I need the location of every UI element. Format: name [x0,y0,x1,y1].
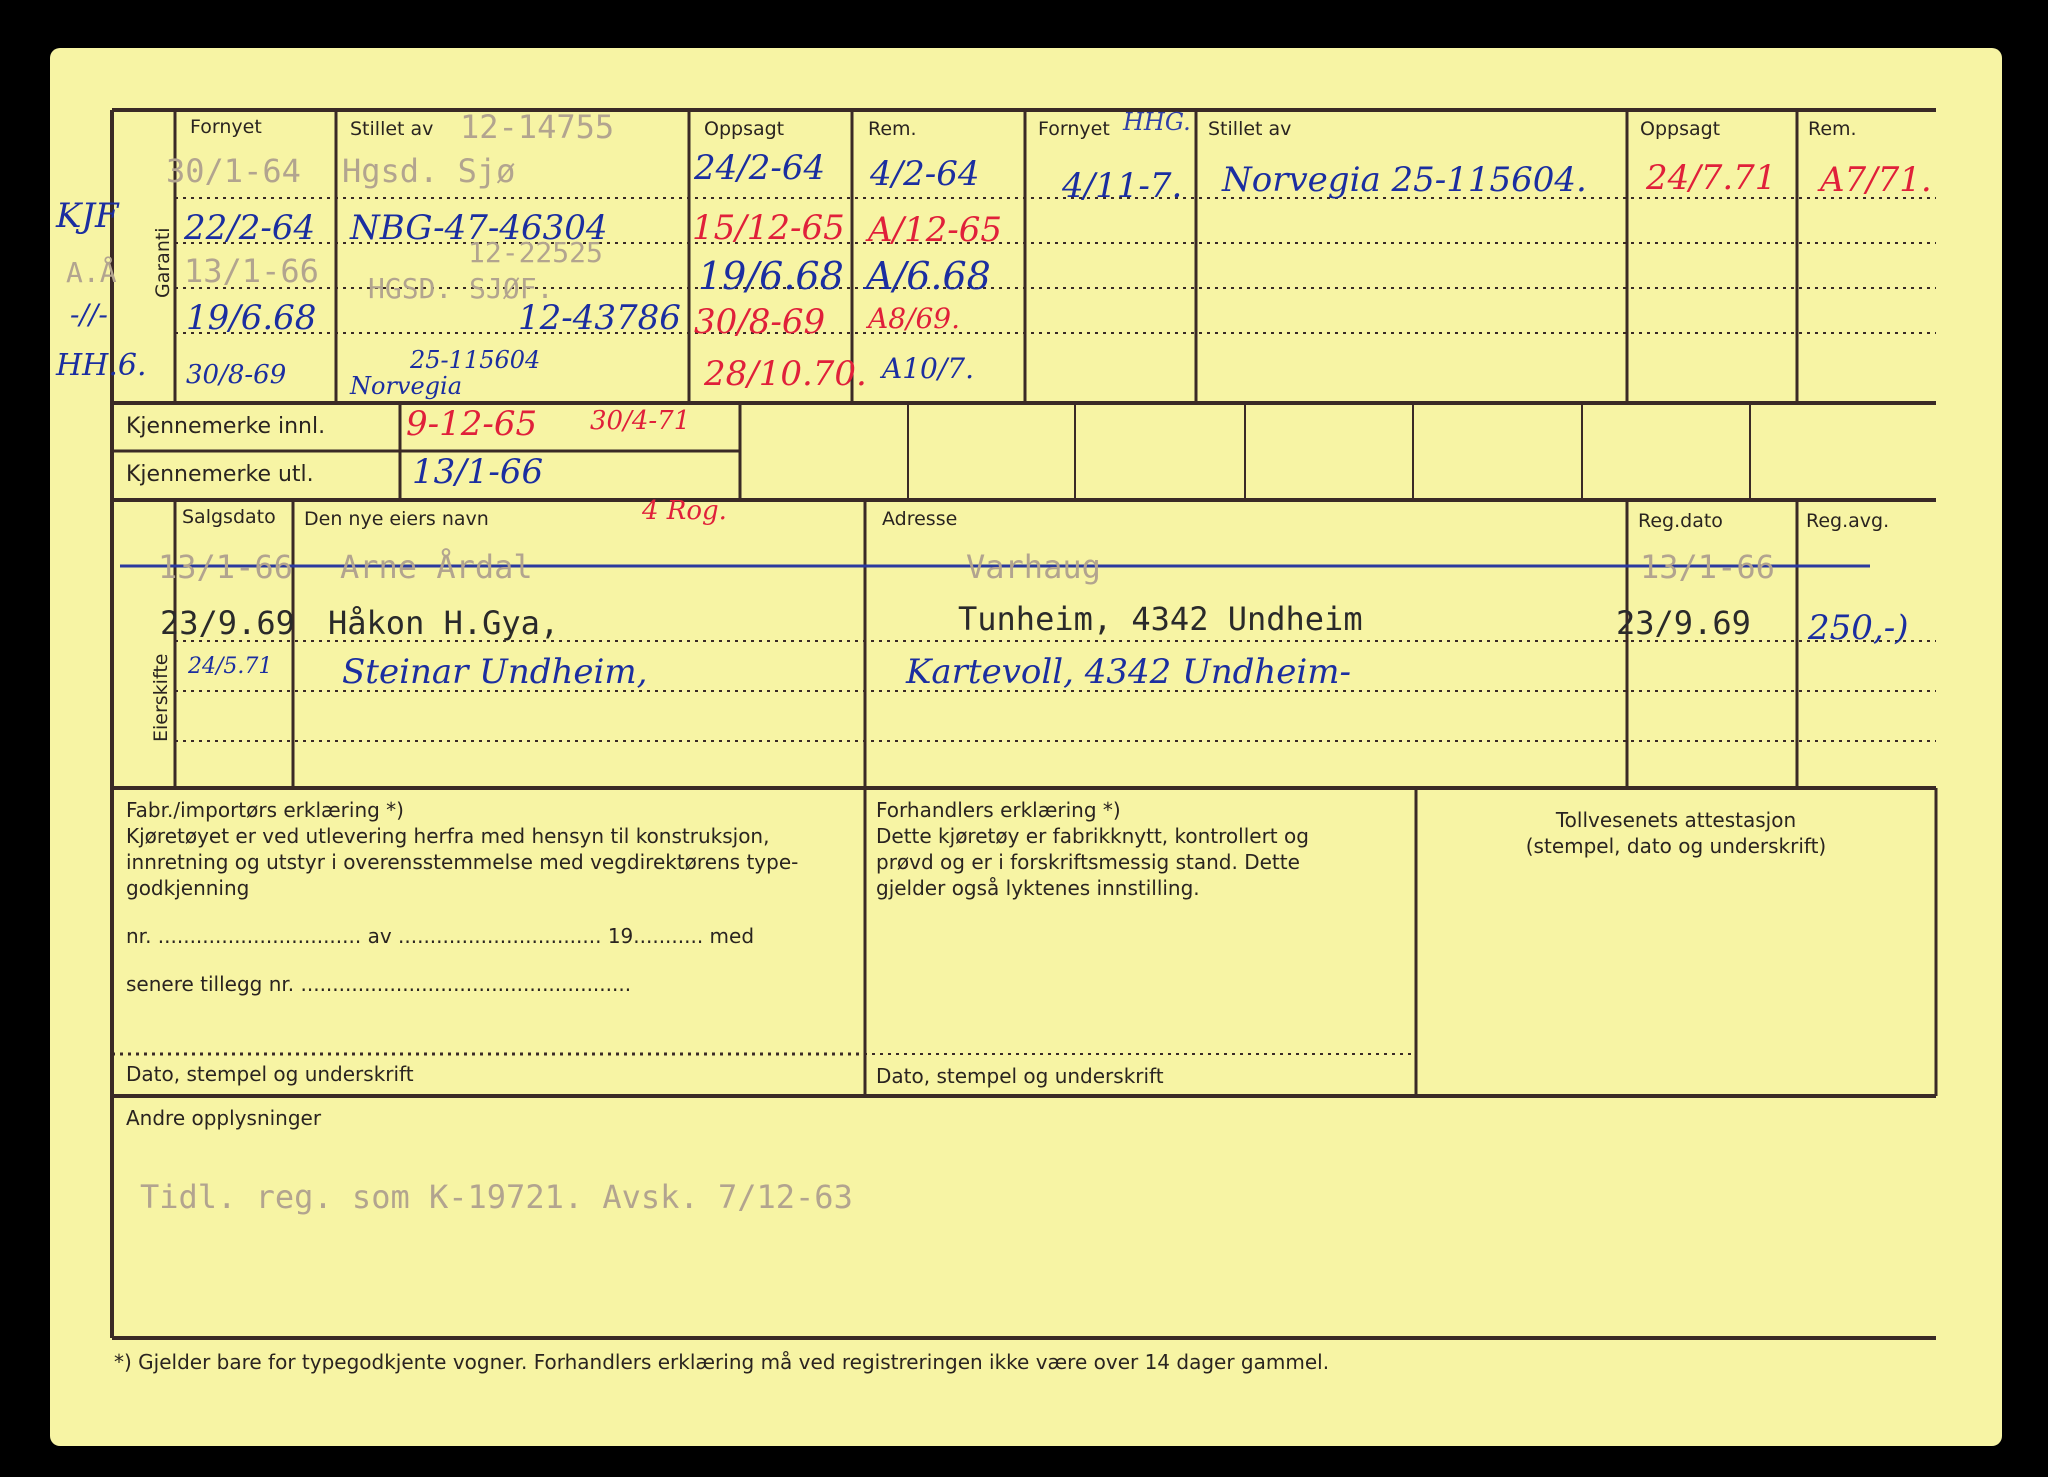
margin-note-3: -//- [70,298,108,331]
row3-rem: A/6.68 [866,254,991,298]
row4-oppsagt: 30/8-69 [694,302,826,342]
andre-text: Tidl. reg. som K-19721. Avsk. 7/12-63 [140,1178,853,1216]
row4-rem: A8/69. [868,302,960,335]
footnote: *) Gjelder bare for typegodkjente vogner… [114,1350,1330,1374]
fabr-nr-line: nr. ................................ av … [126,924,755,948]
margin-note-2: A.Å [66,256,117,289]
forh-text-1: Dette kjøretøy er fabrikknytt, kontrolle… [876,824,1309,848]
eier-row3-navn: Steinar Undheim, [342,652,648,692]
kjennemerke-innl-value: 9-12-65 [406,404,538,444]
row1-stillet-av: Hgsd. Sjø [342,152,516,190]
header-oppsagt-2: Oppsagt [1640,118,1721,140]
fabr-tillegg-line: senere tillegg nr. .....................… [126,972,632,996]
row5-rem: A10/7. [882,352,974,385]
row1-oppsagt: 24/2-64 [694,148,826,188]
eier-row3-salgsdato: 24/5.71 [188,654,273,679]
andre-label: Andre opplysninger [126,1106,322,1130]
kjennemerke-innl-value-2: 30/4-71 [590,406,691,436]
header-stillet-av: Stillet av [350,118,434,140]
eierskifte-label: Eierskifte [150,653,172,742]
header-nye-eier-note: 4 Rog. [642,496,727,526]
row5-oppsagt: 28/10.70. [704,354,867,394]
row2-oppsagt: 15/12-65 [692,208,845,248]
header-rem: Rem. [868,118,917,140]
eier-row3-adresse: Kartevoll, 4342 Undheim- [906,652,1352,692]
eier-row1-regdato: 13/1-66 [1640,548,1775,586]
row4-stillet-av: 12-43786 [518,298,681,338]
header-oppsagt: Oppsagt [704,118,785,140]
forh-text-3: gjelder også lyktenes innstilling. [876,876,1200,900]
row3-fornyet: 13/1-66 [184,252,319,290]
garanti-label: Garanti [152,227,174,298]
right-row-rem: A7/71. [1820,160,1932,200]
fabr-text-2: innretning og utstyr i overensstemmelse … [126,850,799,874]
header-fornyet-2: Fornyet [1038,118,1110,140]
header-fornyet: Fornyet [190,116,262,138]
eier-row2-salgsdato: 23/9.69 [160,604,295,642]
row3-oppsagt: 19/6.68 [698,254,844,298]
form-grid-lines [110,108,1938,1340]
kjennemerke-utl-label: Kjennemerke utl. [126,462,314,487]
right-row-oppsagt: 24/7.71 [1646,158,1777,198]
eier-row2-adresse: Tunheim, 4342 Undheim [958,600,1363,638]
fabr-footer: Dato, stempel og underskrift [126,1062,414,1086]
margin-note-4: HH.6. [56,348,147,383]
row2-rem: A/12-65 [868,210,1003,250]
header-rem-2: Rem. [1808,118,1857,140]
fabr-text-1: Kjøretøyet er ved utlevering herfra med … [126,824,770,848]
margin-note-1: KJF [56,196,119,236]
forh-title: Forhandlers erklæring *) [876,798,1121,822]
forh-footer: Dato, stempel og underskrift [876,1064,1164,1088]
row2-fornyet: 22/2-64 [184,208,316,248]
header-adresse: Adresse [882,508,958,530]
row5-stillet-av-2: Norvegia [350,372,463,400]
eier-row1-adresse: Varhaug [966,548,1101,586]
fabr-title: Fabr./importørs erklæring *) [126,798,404,822]
fabr-text-3: godkjenning [126,876,250,900]
row5-fornyet: 30/8-69 [186,360,287,390]
header-fornyet-note: HHG. [1123,108,1191,136]
eier-row2-regdato: 23/9.69 [1616,604,1751,642]
header-regdato: Reg.dato [1638,510,1723,532]
toll-title: Tollvesenets attestasjon [1555,808,1797,832]
kjennemerke-utl-value: 13/1-66 [412,452,544,492]
eier-row1-navn: Arne Årdal [340,548,533,586]
row1-fornyet: 30/1-64 [166,152,301,190]
kjennemerke-innl-label: Kjennemerke innl. [126,414,326,439]
header-salgsdato: Salgsdato [182,506,276,528]
header-regavg: Reg.avg. [1806,510,1890,532]
row4-fornyet: 19/6.68 [186,298,317,338]
row3-stillet-av: 12-22525 [468,236,603,269]
header-nye-eier: Den nye eiers navn [304,508,489,530]
eier-row1-salgsdato: 13/1-66 [158,548,293,586]
toll-sub: (stempel, dato og underskrift) [1525,834,1827,858]
eier-row2-navn: Håkon H.Gya, [328,604,560,642]
row1-rem: 4/2-64 [870,154,980,194]
eier-row2-regavg: 250,-) [1808,608,1909,648]
typed-stillet-av: 12-14755 [460,108,615,146]
right-row-stillet-av: Norvegia 25-115604. [1222,160,1587,200]
right-row-fornyet: 4/11-7. [1062,166,1183,206]
forh-text-2: prøvd og er i forskriftsmessig stand. De… [876,850,1300,874]
row5-stillet-av: 25-115604 [410,346,541,374]
registration-card: Garanti Fornyet Stillet av 12-14755 Opps… [50,48,2002,1446]
header-stillet-av-2: Stillet av [1208,118,1292,140]
